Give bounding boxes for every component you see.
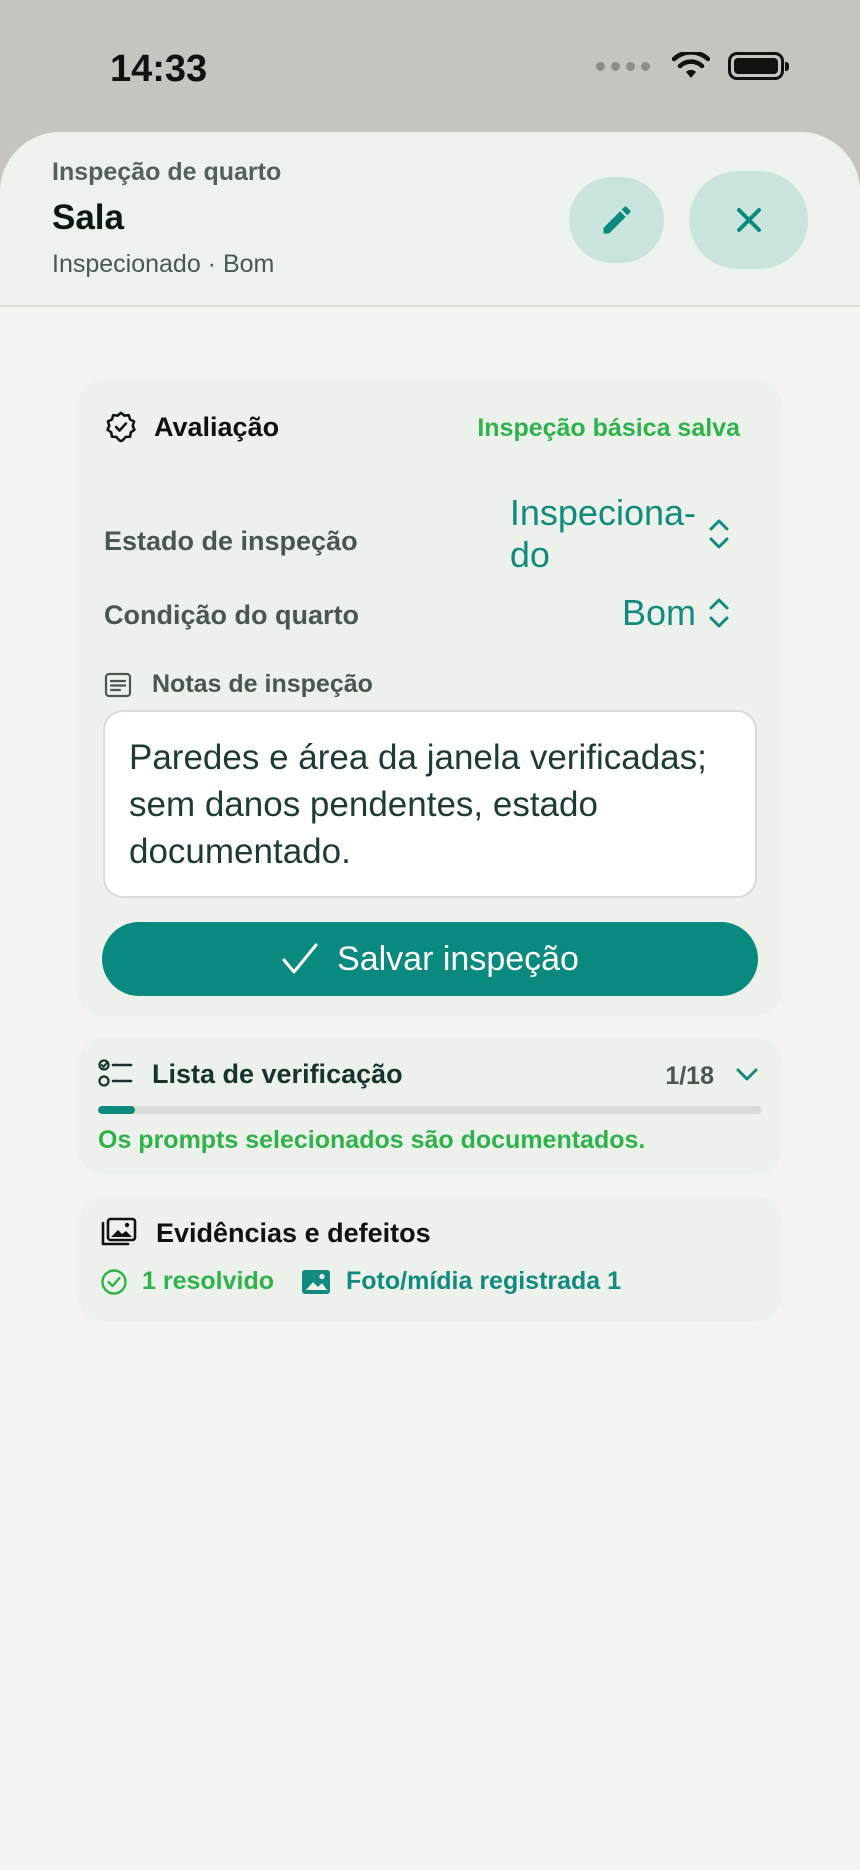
- notes-label: Notas de inspeção: [152, 670, 373, 698]
- chevron-down-icon[interactable]: [734, 1062, 760, 1086]
- checklist-progress-fill: [98, 1106, 135, 1114]
- room-condition-value: Bom: [621, 592, 696, 633]
- checklist-caption: Os prompts selecionados são documentados…: [98, 1126, 646, 1154]
- media-count: Foto/mídia registrada 1: [346, 1267, 622, 1295]
- header-eyebrow: Inspeção de quarto: [52, 158, 282, 186]
- close-icon: [736, 208, 761, 232]
- evaluation-card: Avaliação Inspeção básica salva Estado d…: [78, 380, 782, 1016]
- checklist-count: 1/18: [665, 1062, 714, 1090]
- checklist-progress: [98, 1106, 762, 1114]
- status-bar: 14:33: [0, 0, 860, 132]
- save-inspection-button[interactable]: Salvar inspeção: [102, 922, 758, 996]
- evidence-header: Evidências e defeitos: [100, 1217, 431, 1249]
- evidence-card[interactable]: Evidências e defeitos 1 resolvido Foto/m…: [78, 1197, 782, 1321]
- room-condition-label: Condição do quarto: [104, 600, 359, 630]
- checklist-icon: [98, 1059, 133, 1087]
- photo-library-icon: [101, 1217, 137, 1246]
- checklist-card[interactable]: Lista de verificação 1/18 Os prompts sel…: [78, 1038, 782, 1174]
- inspection-state-label: Estado de inspeção: [104, 526, 358, 556]
- wifi-icon: [672, 52, 710, 78]
- notes-textarea[interactable]: Paredes e área da janela verificadas; se…: [103, 710, 757, 898]
- checklist-title: Lista de verificação: [152, 1058, 403, 1089]
- verified-badge-icon: [106, 411, 136, 443]
- saved-status: Inspeção básica salva: [477, 414, 740, 442]
- inspection-sheet: Inspeção de quarto Sala Inspecionado · B…: [0, 132, 860, 1870]
- checkmark-icon: [282, 943, 318, 974]
- evidence-meta: 1 resolvido Foto/mídia registrada 1: [100, 1267, 621, 1296]
- chevron-up-down-icon: [709, 598, 729, 628]
- chevron-up-down-icon: [709, 519, 729, 549]
- evidence-title: Evidências e defeitos: [156, 1217, 431, 1248]
- check-circle-icon: [101, 1268, 127, 1295]
- notes-header: Notas de inspeção: [104, 670, 373, 699]
- close-button[interactable]: [689, 171, 808, 269]
- checklist-header: Lista de verificação: [98, 1058, 403, 1090]
- inspection-state-value-line2: do: [509, 534, 550, 575]
- resolved-count: 1 resolvido: [142, 1267, 274, 1295]
- battery-icon: [728, 52, 789, 80]
- notes-icon: [104, 672, 132, 697]
- pencil-icon: [603, 206, 631, 234]
- evaluation-header: Avaliação: [104, 410, 279, 444]
- page-title: Sala: [52, 198, 124, 237]
- inspection-state-value: Inspeciona- do: [510, 492, 696, 576]
- photo-icon: [302, 1269, 330, 1294]
- room-condition-picker[interactable]: Bom: [622, 592, 732, 634]
- signal-dots-icon: [596, 61, 650, 71]
- inspection-state-picker[interactable]: Inspeciona- do: [510, 492, 732, 576]
- status-icons: [596, 52, 789, 80]
- edit-button[interactable]: [569, 177, 664, 263]
- inspection-state-value-line1: Inspeciona-: [509, 492, 696, 533]
- status-time: 14:33: [110, 48, 208, 90]
- save-inspection-label: Salvar inspeção: [337, 939, 579, 978]
- evaluation-title: Avaliação: [154, 411, 280, 442]
- header-subtitle: Inspecionado · Bom: [52, 250, 275, 278]
- sheet-header: Inspeção de quarto Sala Inspecionado · B…: [0, 132, 860, 307]
